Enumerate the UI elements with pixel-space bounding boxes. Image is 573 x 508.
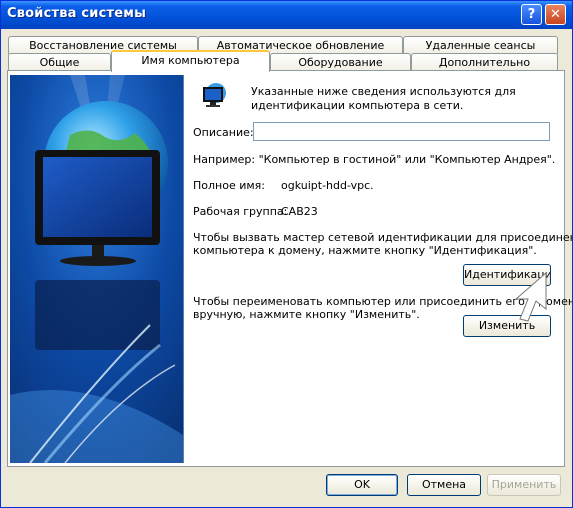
fullname-label: Полное имя:: [193, 179, 265, 192]
tab-general[interactable]: Общие: [8, 53, 111, 71]
wizard-text-line2: компьютера к домену, нажмите кнопку "Иде…: [193, 244, 537, 257]
workgroup-label: Рабочая группа:: [193, 205, 288, 218]
description-input[interactable]: [253, 122, 550, 141]
side-illustration: [10, 75, 184, 463]
close-button[interactable]: ✕: [545, 4, 566, 25]
apply-button[interactable]: Применить: [487, 474, 561, 496]
tab-advanced[interactable]: Дополнительно: [411, 53, 558, 71]
window-title: Свойства системы: [7, 6, 147, 21]
example-text: Например: "Компьютер в гостиной" или "Ко…: [193, 153, 556, 166]
tab-hardware[interactable]: Оборудование: [270, 53, 411, 71]
intro-text-line2: идентификации компьютера в сети.: [251, 99, 464, 112]
workgroup-value: CAB23: [281, 205, 318, 218]
mouse-pointer-icon: [514, 271, 547, 322]
globe-monitor-illustration: [10, 75, 183, 463]
cancel-button[interactable]: Отмена: [407, 474, 481, 496]
network-computer-icon: [203, 83, 226, 107]
system-properties-window: Свойства системы ? ✕ Восстановление сист…: [0, 0, 573, 508]
fullname-value: ogkuipt-hdd-vpc.: [281, 179, 374, 192]
rename-text-line2: вручную, нажмите кнопку "Изменить".: [193, 308, 420, 321]
intro-text-line1: Указанные ниже сведения используются для: [251, 85, 516, 98]
tab-computer-name[interactable]: Имя компьютера: [111, 50, 270, 72]
wizard-text-line1: Чтобы вызвать мастер сетевой идентификац…: [193, 231, 573, 244]
help-button[interactable]: ?: [521, 4, 542, 25]
tab-remote-sessions[interactable]: Удаленные сеансы: [403, 36, 558, 54]
title-bar[interactable]: Свойства системы ? ✕: [1, 1, 572, 29]
ok-button[interactable]: OK: [326, 474, 398, 496]
description-label: Описание:: [193, 126, 254, 139]
